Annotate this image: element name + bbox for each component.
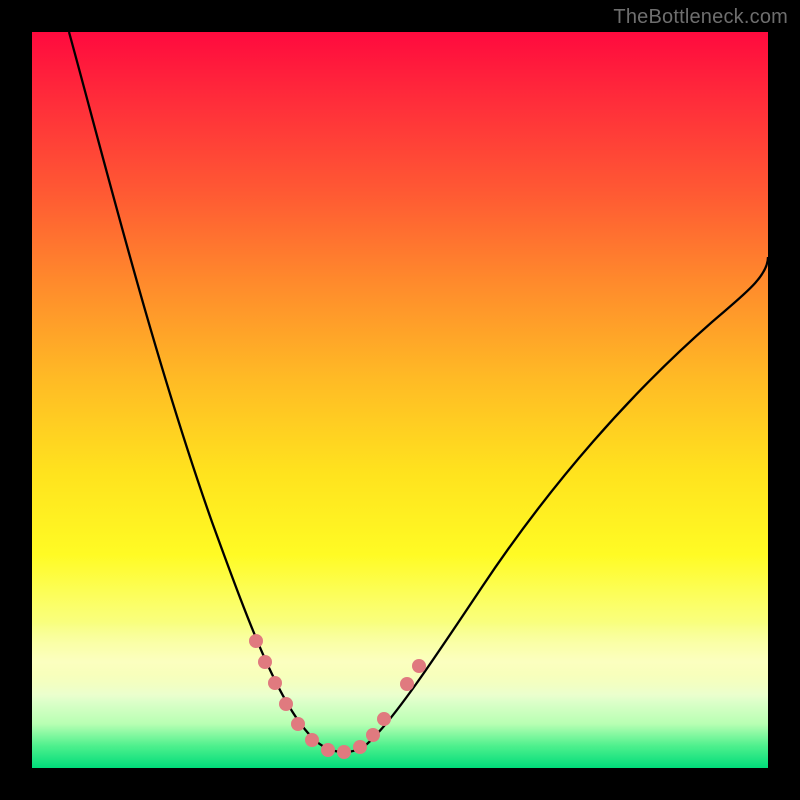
chart-svg bbox=[32, 32, 768, 768]
highlight-dots-left bbox=[249, 634, 351, 759]
chart-frame bbox=[32, 32, 768, 768]
highlight-dots-right bbox=[353, 659, 426, 754]
watermark-label: TheBottleneck.com bbox=[613, 6, 788, 29]
bottleneck-curve bbox=[69, 32, 768, 752]
